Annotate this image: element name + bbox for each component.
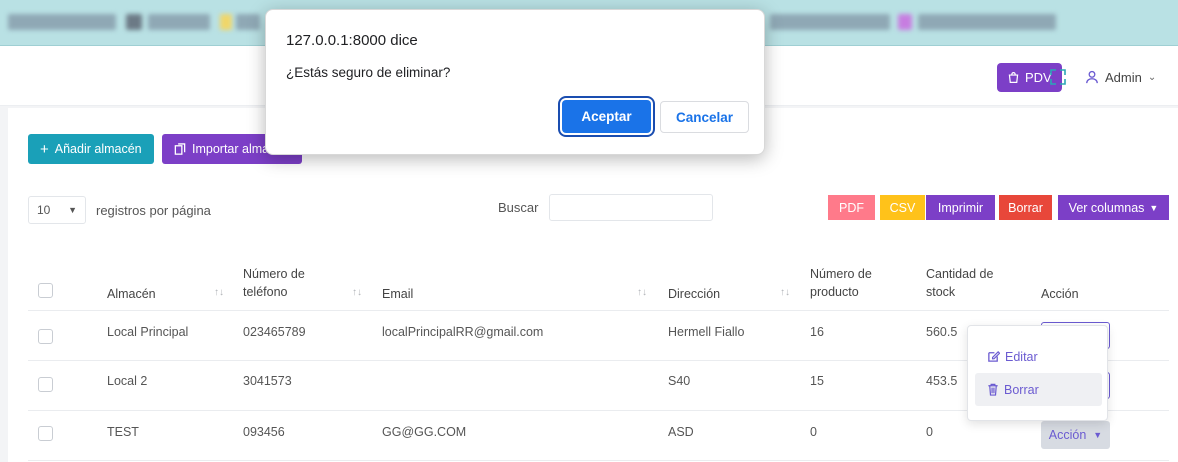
search-label: Buscar [498,200,539,215]
bag-icon [1008,72,1019,83]
add-warehouse-label: Añadir almacén [54,142,142,156]
search-input[interactable] [549,194,713,221]
blurred-bookmark[interactable] [770,14,890,30]
trash-icon [988,383,998,396]
blurred-bookmark[interactable] [236,14,260,30]
sort-icon[interactable]: ↑↓ [214,287,224,298]
col-telefono-line1[interactable]: Número de [243,266,305,282]
cell-direccion: S40 [668,374,691,388]
blurred-bookmark-icon [220,14,232,30]
blurred-bookmark-icon [898,14,912,30]
col-email[interactable]: Email [382,286,413,302]
fullscreen-icon[interactable] [1049,68,1067,86]
chevron-down-icon: ⌄ [1147,71,1157,83]
sort-icon[interactable]: ↑↓ [637,287,647,298]
caret-down-icon: ▼ [68,205,77,215]
col-producto-line2[interactable]: producto [810,284,859,300]
action-dropdown-button[interactable]: Acción ▼ [1041,421,1110,449]
col-accion: Acción [1041,287,1079,301]
blurred-bookmark[interactable] [148,14,210,30]
blurred-bookmark[interactable] [918,14,1056,30]
col-stock-line2[interactable]: stock [926,284,955,300]
cell-stock: 0 [926,425,933,439]
user-menu[interactable]: Admin ⌄ [1085,64,1156,90]
col-telefono-line2[interactable]: teléfono [243,284,287,300]
export-pdf-button[interactable]: PDF [828,195,875,220]
per-page-select[interactable]: 10 ▼ [28,196,86,224]
sort-icon[interactable]: ↑↓ [352,287,362,298]
export-csv-button[interactable]: CSV [880,195,925,220]
blurred-bookmark[interactable] [8,14,116,30]
per-page-control: 10 ▼ registros por página [28,196,211,224]
copy-icon [174,142,186,155]
edit-icon [988,351,1000,362]
edit-label: Editar [1005,349,1038,364]
cell-stock: 453.5 [926,374,958,388]
edit-menu-item[interactable]: Editar [975,340,1102,373]
per-page-value: 10 [37,203,51,217]
cell-email: localPrincipalRR@gmail.com [382,325,544,339]
print-button[interactable]: Imprimir [926,195,995,220]
sort-icon[interactable]: ↑↓ [780,287,790,298]
accept-button[interactable]: Aceptar [562,100,651,133]
show-columns-label: Ver columnas [1068,200,1145,215]
cancel-button[interactable]: Cancelar [660,101,749,133]
pdv-label: PDV [1025,70,1052,85]
cell-direccion: Hermell Fiallo [668,325,745,339]
cell-producto: 0 [810,425,817,439]
caret-down-icon: ▼ [1149,202,1159,213]
cell-producto: 15 [810,374,824,388]
row-checkbox[interactable] [38,377,53,392]
plus-icon: + [40,140,49,158]
col-stock-line1[interactable]: Cantidad de [926,266,993,282]
cell-telefono: 023465789 [243,325,306,339]
dialog-message: ¿Estás seguro de eliminar? [286,65,451,80]
delete-menu-item[interactable]: Borrar [975,373,1102,406]
dialog-title: 127.0.0.1:8000 dice [286,32,418,49]
bulk-delete-button[interactable]: Borrar [999,195,1052,220]
add-warehouse-button[interactable]: + Añadir almacén [28,134,154,164]
user-icon [1086,70,1098,84]
delete-label: Borrar [1004,382,1039,397]
cell-email: GG@GG.COM [382,425,467,439]
cell-direccion: ASD [668,425,694,439]
col-direccion[interactable]: Dirección [668,286,720,302]
col-producto-line1[interactable]: Número de [810,266,872,282]
select-all-checkbox[interactable] [38,283,53,298]
confirm-dialog: 127.0.0.1:8000 dice ¿Estás seguro de eli… [265,9,765,155]
row-checkbox[interactable] [38,426,53,441]
col-almacen[interactable]: Almacén [107,286,156,302]
cell-telefono: 093456 [243,425,285,439]
blurred-bookmark-icon [126,14,142,30]
table-header [28,252,1169,311]
cell-almacen: Local 2 [107,374,148,388]
caret-down-icon: ▼ [1093,430,1103,440]
cell-almacen: Local Principal [107,325,189,339]
action-dropdown-menu: Editar Borrar [967,325,1108,421]
row-checkbox[interactable] [38,329,53,344]
cell-almacen: TEST [107,425,139,439]
show-columns-button[interactable]: Ver columnas ▼ [1058,195,1169,220]
per-page-label: registros por página [96,202,211,218]
cell-producto: 16 [810,325,824,339]
user-name: Admin [1105,69,1142,85]
action-label: Acción [1048,428,1087,442]
cell-stock: 560.5 [926,325,958,339]
cell-telefono: 3041573 [243,374,292,388]
